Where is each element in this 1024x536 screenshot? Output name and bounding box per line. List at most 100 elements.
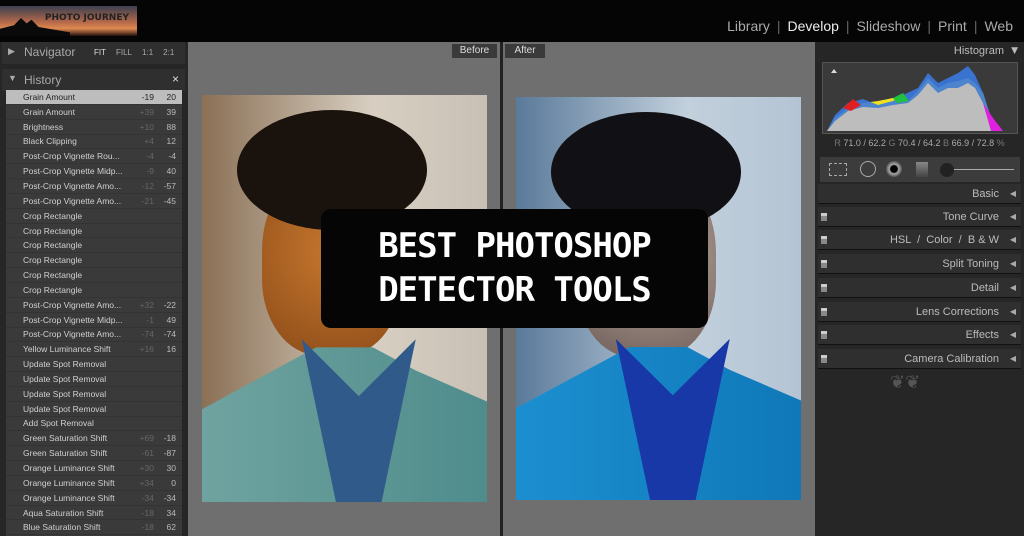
history-item-value: -34 <box>141 492 154 503</box>
zoom-option[interactable]: FILL <box>116 48 132 57</box>
navigator-header[interactable]: ▶ Navigator FIT FILL 1:1 2:1 <box>2 42 185 64</box>
history-item[interactable]: Crop Rectangle <box>6 209 182 224</box>
brush-slider[interactable] <box>954 169 1014 170</box>
history-item[interactable]: Post-Crop Vignette Amo... +32 -22 <box>6 298 182 313</box>
collapse-icon: ▼ <box>8 73 17 83</box>
history-item-value: -87 <box>163 448 176 459</box>
history-item[interactable]: Post-Crop Vignette Midp... -1 49 <box>6 313 182 328</box>
history-item[interactable]: Grain Amount +39 39 <box>6 105 182 120</box>
history-item-value: -18 <box>141 507 154 518</box>
histogram-title: Histogram <box>953 45 1004 57</box>
history-item[interactable]: Post-Crop Vignette Amo... -21 -45 <box>6 194 182 209</box>
history-item-name: Post-Crop Vignette Amo... <box>23 195 122 206</box>
spot-removal-icon[interactable] <box>860 161 876 177</box>
history-header[interactable]: ▼ History × <box>2 69 185 91</box>
history-item-name: Crop Rectangle <box>23 240 83 251</box>
history-item-value: -19 <box>141 91 154 102</box>
panel-toggle[interactable] <box>821 331 827 339</box>
history-item[interactable]: Update Spot Removal <box>6 372 182 387</box>
history-item[interactable]: Crop Rectangle <box>6 238 182 254</box>
history-item[interactable]: Update Spot Removal <box>6 357 182 373</box>
history-item[interactable]: Orange Luminance Shift +34 0 <box>6 476 182 491</box>
history-item[interactable]: Post-Crop Vignette Amo... -12 -57 <box>6 179 182 194</box>
panel-toggle[interactable] <box>821 260 827 268</box>
panel-lens-corrections[interactable]: Lens Corrections ◀ <box>818 302 1021 322</box>
panel-label: Detail <box>970 282 999 294</box>
history-item-value: 49 <box>166 314 176 325</box>
history-item[interactable]: Add Spot Removal <box>6 417 182 432</box>
collapse-icon[interactable]: ▼ <box>1011 46 1018 56</box>
module-develop[interactable]: Develop <box>781 18 846 34</box>
history-item[interactable]: Crop Rectangle <box>6 253 182 269</box>
panel-detail[interactable]: Detail ◀ <box>818 278 1021 298</box>
panel-split-toning[interactable]: Split Toning ◀ <box>818 254 1021 274</box>
history-item[interactable]: Post-Crop Vignette Rou... -4 -4 <box>6 149 182 165</box>
history-item[interactable]: Green Saturation Shift +69 -18 <box>6 431 182 447</box>
history-item[interactable]: Aqua Saturation Shift -18 34 <box>6 506 182 521</box>
clear-history-icon[interactable]: × <box>172 72 179 86</box>
panel-toggle[interactable] <box>821 355 827 363</box>
history-item[interactable]: Crop Rectangle <box>6 283 182 298</box>
before-label: Before <box>452 44 497 58</box>
red-eye-icon[interactable] <box>886 161 902 177</box>
history-item-value: -74 <box>141 329 154 340</box>
history-item[interactable]: Brightness +10 88 <box>6 120 182 135</box>
history-item-value: -18 <box>141 522 154 533</box>
tool-strip <box>820 157 1020 182</box>
crop-tool-icon[interactable] <box>829 163 847 176</box>
adjustment-brush-icon[interactable] <box>940 163 954 177</box>
history-item[interactable]: Black Clipping +4 12 <box>6 135 182 150</box>
history-item-name: Post-Crop Vignette Midp... <box>23 314 123 325</box>
histogram <box>822 62 1018 134</box>
history-item[interactable]: Orange Luminance Shift +30 30 <box>6 461 182 476</box>
zoom-option[interactable]: FIT <box>94 48 106 57</box>
history-item-value: -12 <box>141 180 154 191</box>
history-item-value: -61 <box>141 448 154 459</box>
history-item-value: 20 <box>166 91 176 102</box>
history-item[interactable]: Grain Amount -19 20 <box>6 90 182 105</box>
panel-hsl-color-b-w[interactable]: HSL / Color / B & W ◀ <box>818 230 1021 250</box>
module-print[interactable]: Print <box>931 18 974 34</box>
panel-tone-curve[interactable]: Tone Curve ◀ <box>818 207 1021 227</box>
history-item-value: -9 <box>146 166 154 177</box>
history-item-name: Post-Crop Vignette Amo... <box>23 180 122 191</box>
history-item[interactable]: Orange Luminance Shift -34 -34 <box>6 491 182 506</box>
history-item[interactable]: Crop Rectangle <box>6 268 182 283</box>
panel-toggle[interactable] <box>821 213 827 221</box>
history-item[interactable]: Crop Rectangle <box>6 224 182 239</box>
history-item[interactable]: Yellow Luminance Shift +16 16 <box>6 342 182 358</box>
history-item-value: -4 <box>168 151 176 162</box>
history-item-name: Crop Rectangle <box>23 210 83 221</box>
panel-effects[interactable]: Effects ◀ <box>818 325 1021 345</box>
history-item-value: -34 <box>163 492 176 503</box>
history-item[interactable]: Update Spot Removal <box>6 402 182 417</box>
history-item-name: Grain Amount <box>23 106 75 117</box>
graduated-filter-icon[interactable] <box>916 162 928 177</box>
zoom-option[interactable]: 2:1 <box>163 48 174 57</box>
panel-basic[interactable]: Basic ◀ <box>818 184 1021 204</box>
zoom-option[interactable]: 1:1 <box>142 48 153 57</box>
history-item[interactable]: Post-Crop Vignette Amo... -74 -74 <box>6 328 182 343</box>
history-item-value: -18 <box>163 433 176 444</box>
panel-toggle[interactable] <box>821 284 827 292</box>
history-item[interactable]: Post-Crop Vignette Midp... -9 40 <box>6 164 182 180</box>
history-item-name: Post-Crop Vignette Amo... <box>23 329 122 340</box>
history-item-name: Orange Luminance Shift <box>23 463 115 474</box>
history-item-name: Green Saturation Shift <box>23 433 108 444</box>
expand-icon: ◀ <box>1009 235 1016 244</box>
panel-label: Camera Calibration <box>904 353 999 365</box>
history-item-value: -21 <box>141 195 154 206</box>
panel-camera-calibration[interactable]: Camera Calibration ◀ <box>818 349 1021 369</box>
history-item-value: -4 <box>146 151 154 162</box>
history-item[interactable]: Blue Saturation Shift -18 62 <box>6 520 182 536</box>
module-library[interactable]: Library <box>720 18 777 34</box>
history-item-name: Crop Rectangle <box>23 284 83 295</box>
module-web[interactable]: Web <box>977 18 1020 34</box>
panel-toggle[interactable] <box>821 308 827 316</box>
history-item[interactable]: Green Saturation Shift -61 -87 <box>6 446 182 462</box>
top-bar: PHOTO JOURNEY Library | Develop | Slideshow |… <box>0 0 1024 42</box>
history-item[interactable]: Update Spot Removal <box>6 387 182 402</box>
panel-toggle[interactable] <box>821 236 827 244</box>
module-slideshow[interactable]: Slideshow <box>850 18 928 34</box>
history-item-value: 88 <box>166 121 176 132</box>
